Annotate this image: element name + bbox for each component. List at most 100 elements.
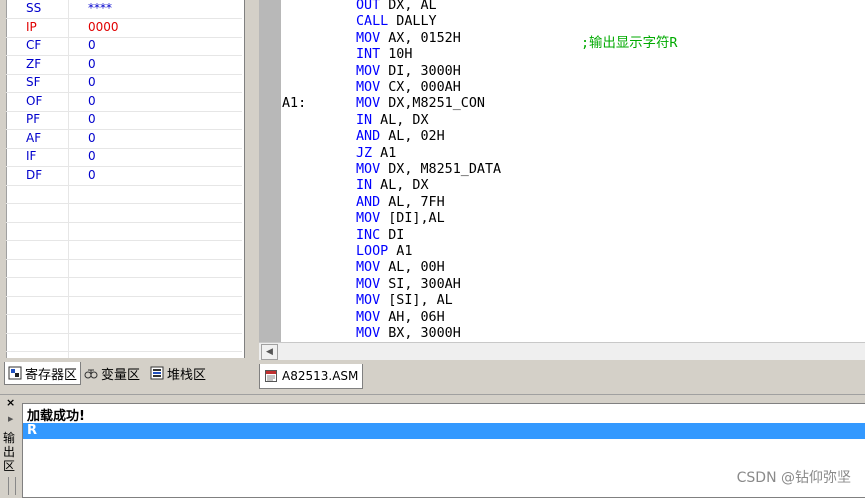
register-name: OF <box>26 93 43 108</box>
variable-icon <box>84 369 98 379</box>
code-operands: DX, AL <box>380 0 437 13</box>
code-operands: AL, 7FH <box>380 194 445 210</box>
output-line-selected[interactable]: R <box>23 423 865 439</box>
keyword-text: MOV <box>356 80 381 95</box>
code-keyword: MOV AL, 00H <box>356 260 445 275</box>
code-keyword: MOV [DI],AL <box>356 211 445 226</box>
code-operands: [DI],AL <box>380 211 445 227</box>
code-operands: AL, DX <box>372 112 429 128</box>
code-keyword: CALL DALLY <box>356 14 437 29</box>
empty-grid-row <box>6 185 242 204</box>
register-row: OF 0 <box>6 93 242 112</box>
tab-label: 寄存器区 <box>25 367 78 383</box>
code-operands: 10H <box>380 47 413 63</box>
code-comment: ;输出显示字符R <box>581 35 678 51</box>
code-keyword: MOV DI, 3000H <box>356 64 461 79</box>
code-operands: AH, 06H <box>380 309 445 325</box>
asm-file-icon <box>265 370 277 382</box>
keyword-text: MOV <box>356 276 381 292</box>
code-operands: DALLY <box>388 14 437 30</box>
code-operands: AX, 0152H <box>380 30 461 46</box>
code-keyword: MOV AH, 06H <box>356 310 445 325</box>
code-keyword: MOV SI, 300AH <box>356 277 461 292</box>
empty-grid-row <box>6 333 242 352</box>
output-panel-label: 输出区 <box>3 431 16 473</box>
scroll-left-icon[interactable]: ◀ <box>261 344 278 360</box>
register-value: 0 <box>88 93 96 108</box>
left-tab-bar: 寄存器区 变量区 堆栈区 <box>0 358 244 388</box>
stack-icon <box>150 366 164 380</box>
code-editor[interactable]: OUT DX, AL CALL DALLY MOV AX, 0152H ;输出显示字符… <box>259 0 865 342</box>
code-keyword: MOV DX,M8251_CON <box>356 96 485 111</box>
expand-icon[interactable]: ▶ <box>8 415 13 423</box>
register-row: SF 0 <box>6 74 242 93</box>
code-keyword: IN AL, DX <box>356 178 429 193</box>
empty-grid-row <box>6 315 242 334</box>
code-keyword: MOV BX, 3000H <box>356 326 461 341</box>
output-side-bar: × ▶ 输出区 <box>0 395 22 496</box>
keyword-text: IN <box>356 112 373 128</box>
tab-register[interactable]: 寄存器区 <box>4 362 82 385</box>
code-keyword: MOV [SI], AL <box>356 293 453 308</box>
code-keyword: INT 10H <box>356 47 412 62</box>
code-keyword: LOOP A1 <box>356 244 412 259</box>
register-name: IF <box>26 149 37 163</box>
register-name: PF <box>26 112 41 126</box>
keyword-text: JZ <box>356 145 373 161</box>
code-operands: AL, DX <box>372 178 429 194</box>
keyword-text: MOV <box>356 326 381 341</box>
code-keyword: OUT DX, AL <box>356 0 437 13</box>
register-row: ZF 0 <box>6 56 242 75</box>
code-operands: AL, 02H <box>380 129 445 145</box>
keyword-text: MOV <box>356 211 381 227</box>
code-keyword: JZ A1 <box>356 146 396 161</box>
keyword-text: MOV <box>356 96 381 112</box>
code-keyword: MOV CX, 000AH <box>356 80 461 95</box>
tab-label: 变量区 <box>101 367 141 383</box>
tab-stack[interactable]: 堆栈区 <box>150 362 206 384</box>
register-row: DF 0 <box>6 167 242 186</box>
code-operands: AL, 00H <box>380 260 445 276</box>
empty-grid-row <box>6 241 242 260</box>
keyword-text: IN <box>356 178 373 194</box>
register-row: SS **** <box>6 0 242 19</box>
keyword-text: MOV <box>356 309 381 325</box>
keyword-text: INT <box>356 47 381 63</box>
code-operands: A1 <box>388 244 413 259</box>
output-line[interactable]: 加载成功! <box>27 405 85 424</box>
register-name: DF <box>26 167 43 182</box>
keyword-text: INC <box>356 227 381 243</box>
register-value: 0000 <box>88 19 119 34</box>
file-tab[interactable]: A82513.ASM <box>259 364 363 389</box>
code-label: A1: <box>282 96 307 112</box>
code-operands: DI, 3000H <box>380 63 461 79</box>
code-keyword: AND AL, 7FH <box>356 195 445 210</box>
file-tab-label: A82513.ASM <box>282 369 359 383</box>
register-value: 0 <box>88 149 96 163</box>
code-keyword: AND AL, 02H <box>356 129 445 144</box>
watermark: CSDN @钻仰弥坚 <box>736 470 851 486</box>
close-icon[interactable]: × <box>6 396 15 409</box>
tab-variable[interactable]: 变量区 <box>84 362 140 384</box>
output-separator <box>0 390 865 395</box>
horizontal-scrollbar[interactable]: ◀ <box>259 342 865 360</box>
keyword-text: LOOP <box>356 244 389 259</box>
register-name: CF <box>26 38 42 52</box>
register-name: SS <box>26 1 42 15</box>
register-panel: SS **** IP 0000 CF 0 ZF 0 SF 0 OF 0 PF 0 AF 0 IF 0 DF 0 <box>0 0 245 358</box>
register-value: **** <box>88 1 112 15</box>
code-operands: A1 <box>372 145 397 161</box>
register-row: IP 0000 <box>6 19 242 38</box>
empty-grid-row <box>6 204 242 223</box>
code-keyword: MOV AX, 0152H <box>356 31 461 46</box>
editor-gutter <box>259 0 281 342</box>
code-operands: DI <box>380 227 405 243</box>
grip-handle[interactable] <box>8 477 16 495</box>
register-name: ZF <box>26 56 42 71</box>
vertical-splitter[interactable] <box>245 0 258 390</box>
register-value: 0 <box>88 38 96 52</box>
code-operands: CX, 000AH <box>380 80 461 95</box>
register-row: PF 0 <box>6 111 242 130</box>
keyword-text: OUT <box>356 0 381 13</box>
code-keyword: MOV DX, M8251_DATA <box>356 162 501 177</box>
